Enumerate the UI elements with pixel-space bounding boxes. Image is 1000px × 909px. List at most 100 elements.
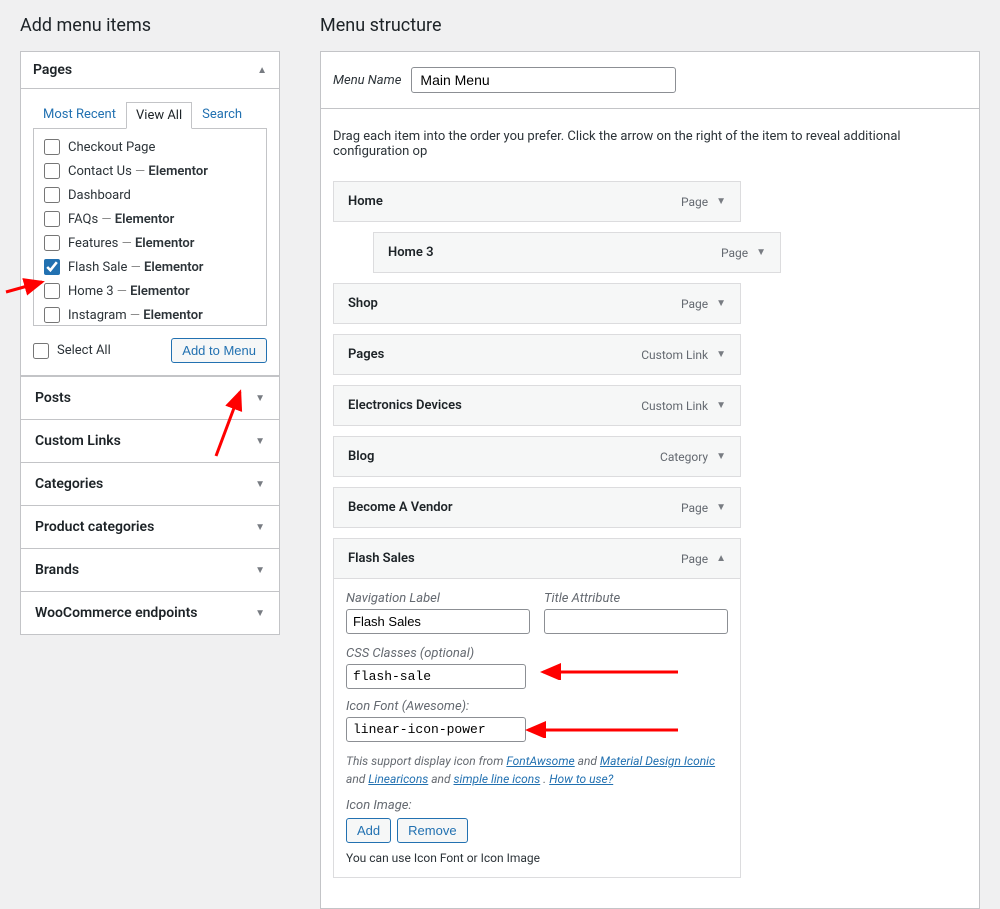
page-item[interactable]: Dashboard [44,183,256,207]
page-item-label: Flash Sale — Elementor [68,260,203,275]
accordion-title: Custom Links [35,433,121,449]
menu-item: PagesCustom Link▼ [333,334,967,375]
pages-list[interactable]: Checkout PageContact Us — ElementorDashb… [33,128,267,326]
caret-down-icon[interactable]: ▼ [716,298,726,309]
page-item-checkbox[interactable] [44,187,60,203]
link-how-to-use[interactable]: How to use? [549,772,613,786]
page-item-label: Features — Elementor [68,236,194,251]
icon-remove-button[interactable]: Remove [397,818,467,843]
menu-item-bar[interactable]: Electronics Devices Custom Link ▼ [333,385,741,426]
caret-down-icon[interactable]: ▼ [255,608,265,619]
page-item-checkbox[interactable] [44,283,60,299]
menu-item: Electronics Devices Custom Link ▼ [333,385,967,426]
caret-down-icon[interactable]: ▼ [756,247,766,258]
page-item-checkbox[interactable] [44,235,60,251]
menu-tree: HomePage▼Home 3Page▼ShopPage▼PagesCustom… [321,171,979,908]
add-to-menu-button[interactable]: Add to Menu [171,338,267,363]
menu-item-title: Electronics Devices [348,398,462,413]
accordion-brands[interactable]: Brands ▼ [20,549,280,592]
caret-up-icon[interactable]: ▲ [257,65,267,76]
link-material-iconic[interactable]: Material Design Iconic [600,754,715,768]
menu-item-title: Flash Sales [348,551,415,566]
page-item[interactable]: Home 3 — Elementor [44,279,256,303]
accordion-product-categories[interactable]: Product categories ▼ [20,506,280,549]
accordion-posts[interactable]: Posts ▼ [20,376,280,420]
menu-item-meta: Custom Link ▼ [641,399,726,413]
menu-structure-title: Menu structure [320,15,1000,36]
icon-font-input[interactable] [346,717,526,742]
page-item[interactable]: Flash Sale — Elementor [44,255,256,279]
icon-help-text: This support display icon from FontAwsom… [346,752,728,788]
page-item[interactable]: Checkout Page [44,135,256,159]
link-simple-line-icons[interactable]: simple line icons [453,772,540,786]
page-item-checkbox[interactable] [44,163,60,179]
menu-item: Home Page ▼ [333,181,967,222]
menu-item-bar[interactable]: Home 3Page▼ [373,232,781,273]
page-item-checkbox[interactable] [44,139,60,155]
pages-metabox-header[interactable]: Pages ▲ [21,52,279,89]
accordion-title: Categories [35,476,103,492]
caret-down-icon[interactable]: ▼ [716,451,726,462]
caret-down-icon[interactable]: ▼ [255,436,265,447]
menu-item-bar[interactable]: Flash SalesPage▲ [333,538,741,579]
tab-view-all[interactable]: View All [126,102,192,129]
page-item-checkbox[interactable] [44,259,60,275]
menu-item-meta: Page▼ [681,501,726,515]
page-item[interactable]: FAQs — Elementor [44,207,256,231]
caret-down-icon[interactable]: ▼ [716,349,726,360]
link-linearicons[interactable]: Linearicons [368,772,428,786]
page-item[interactable]: Instagram — Elementor [44,303,256,326]
menu-item-bar[interactable]: BlogCategory▼ [333,436,741,477]
menu-item-type: Page [681,195,708,209]
menu-item-title: Home [348,194,383,209]
caret-down-icon[interactable]: ▼ [255,393,265,404]
caret-down-icon[interactable]: ▼ [255,522,265,533]
accordion-title: Brands [35,562,79,578]
menu-item: BlogCategory▼ [333,436,967,477]
menu-item-type: Category [660,450,708,464]
menu-item-type: Custom Link [641,399,708,413]
caret-down-icon[interactable]: ▼ [716,196,726,207]
css-classes-input[interactable] [346,664,526,689]
page-item-label: FAQs — Elementor [68,212,174,227]
menu-item-bar[interactable]: PagesCustom Link▼ [333,334,741,375]
accordion-categories[interactable]: Categories ▼ [20,463,280,506]
accordion-title: Posts [35,390,71,406]
menu-item-type: Page [721,246,748,260]
caret-down-icon[interactable]: ▼ [255,479,265,490]
caret-down-icon[interactable]: ▼ [716,502,726,513]
menu-item-meta: Page ▼ [721,246,766,260]
accordion-woocommerce-endpoints[interactable]: WooCommerce endpoints ▼ [20,592,280,635]
icon-image-label: Icon Image: [346,798,728,813]
select-all-label: Select All [57,343,111,358]
title-attr-input[interactable] [544,609,728,634]
select-all-checkbox[interactable] [33,343,49,359]
tab-search[interactable]: Search [192,101,252,128]
page-item-checkbox[interactable] [44,307,60,323]
caret-down-icon[interactable]: ▼ [255,565,265,576]
accordion-title: WooCommerce endpoints [35,605,197,621]
menu-item-type: Custom Link [641,348,708,362]
page-item-checkbox[interactable] [44,211,60,227]
nav-label-input[interactable] [346,609,530,634]
page-item[interactable]: Features — Elementor [44,231,256,255]
link-fontawesome[interactable]: FontAwsome [506,754,574,768]
menu-item-bar[interactable]: ShopPage▼ [333,283,741,324]
menu-structure-panel: Menu structure Menu Name Drag each item … [300,0,1000,909]
caret-down-icon[interactable]: ▼ [716,400,726,411]
drag-instructions: Drag each item into the order you prefer… [321,109,979,171]
icon-add-button[interactable]: Add [346,818,391,843]
menu-item-bar[interactable]: Home Page ▼ [333,181,741,222]
menu-item-bar[interactable]: Become A VendorPage▼ [333,487,741,528]
icon-note: You can use Icon Font or Icon Image [346,851,728,865]
select-all[interactable]: Select All [33,343,111,359]
page-item[interactable]: Contact Us — Elementor [44,159,256,183]
menu-item: Become A VendorPage▼ [333,487,967,528]
accordion-title: Product categories [35,519,154,535]
menu-item-meta: Page ▼ [681,195,726,209]
tab-most-recent[interactable]: Most Recent [33,101,126,128]
menu-name-input[interactable] [411,67,676,93]
caret-up-icon[interactable]: ▲ [716,553,726,564]
accordion-custom-links[interactable]: Custom Links ▼ [20,420,280,463]
menu-item-meta: Category ▼ [660,450,726,464]
